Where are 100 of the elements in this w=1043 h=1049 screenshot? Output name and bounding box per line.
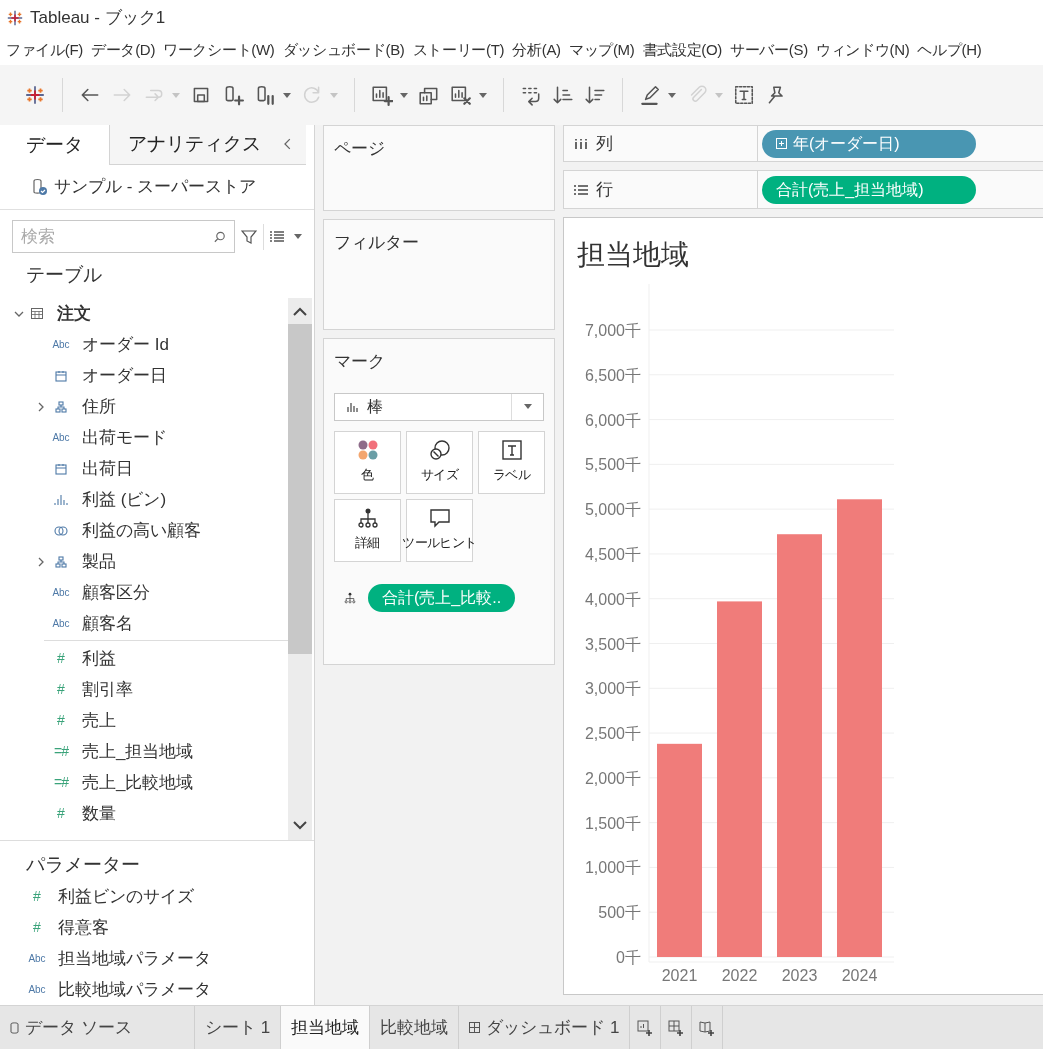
datasource-name[interactable]: サンプル - スーパーストア — [54, 174, 257, 200]
menu-item[interactable]: ファイル(F) — [6, 38, 92, 62]
axis-tick-label: 6,000千 — [584, 411, 641, 429]
axis-tick-label: 1,000千 — [584, 859, 641, 877]
axis-tick-label: 5,500千 — [584, 456, 641, 474]
calendar-icon — [55, 369, 67, 382]
axis-tick-label: 6,500千 — [584, 366, 641, 384]
scroll-down-icon[interactable] — [293, 820, 307, 830]
field-name[interactable]: 利益 — [82, 645, 116, 672]
field-name[interactable]: 利益 (ビン) — [82, 486, 167, 513]
field-name[interactable]: 得意客 — [58, 914, 109, 941]
menu-item[interactable]: ヘルプ(H) — [917, 38, 990, 62]
chart-plus-icon[interactable] — [371, 84, 393, 106]
axis-tick-label: 2024 — [841, 967, 878, 984]
mark-property-button[interactable]: 詳細 — [334, 498, 401, 562]
menu-item[interactable]: ダッシュボード(B) — [282, 38, 413, 62]
type-label: Abc — [52, 586, 70, 600]
menu-item[interactable]: 書式設定(O) — [642, 38, 731, 62]
chart-x-icon[interactable] — [450, 84, 472, 106]
chevron-right-icon[interactable] — [36, 401, 46, 412]
size-circles-icon — [428, 439, 451, 462]
axis-tick-label: 2,000千 — [584, 769, 641, 787]
type-label: # — [57, 804, 65, 823]
search-icon[interactable] — [212, 229, 226, 244]
menu-item[interactable]: ウィンドウ(N) — [815, 38, 918, 62]
menu-item[interactable]: ワークシート(W) — [163, 38, 283, 62]
field-name[interactable]: 住所 — [82, 393, 116, 420]
field-name[interactable]: 比較地域パラメータ — [58, 976, 211, 1003]
filter-icon[interactable] — [241, 228, 257, 245]
menu-item[interactable]: 分析(A) — [512, 38, 569, 62]
card-title: マーク — [334, 352, 385, 371]
table-name[interactable]: 注文 — [57, 300, 91, 327]
axis-tick-label: 2022 — [721, 967, 758, 984]
scrollbar[interactable] — [288, 298, 312, 840]
hierarchy-dots-icon — [356, 507, 379, 530]
sort-ascending-icon[interactable] — [552, 84, 574, 106]
axis-tick-label: 5,000千 — [584, 501, 641, 519]
field-name[interactable]: オーダー日 — [82, 362, 167, 389]
grid-icon — [469, 1022, 481, 1033]
chart-plus-icon[interactable] — [637, 1019, 654, 1036]
field-name[interactable]: 売上 — [82, 707, 116, 734]
mark-property-button[interactable]: ラベル — [478, 430, 545, 494]
field-name[interactable]: 売上_担当地域 — [82, 738, 194, 765]
caret-icon[interactable] — [523, 404, 532, 409]
sort-descending-icon[interactable] — [584, 84, 606, 106]
collapse-icon[interactable] — [284, 138, 292, 150]
shelf-label: 列 — [596, 132, 613, 155]
field-name[interactable]: 担当地域パラメータ — [58, 945, 211, 972]
field-name[interactable]: 製品 — [82, 548, 116, 575]
type-label: # — [33, 887, 41, 906]
field-name[interactable]: オーダー Id — [82, 331, 169, 358]
axis-tick-label: 3,000千 — [584, 680, 641, 698]
caret-icon[interactable] — [294, 234, 302, 239]
scroll-up-icon[interactable] — [293, 307, 307, 317]
type-label: # — [57, 680, 65, 699]
menu-item[interactable]: マップ(M) — [568, 38, 643, 62]
field-name[interactable]: 数量 — [82, 800, 116, 827]
axis-tick-label: 2021 — [661, 967, 698, 984]
chevron-right-icon[interactable] — [36, 556, 46, 567]
section-heading: テーブル — [26, 263, 102, 288]
logo-icon[interactable] — [24, 84, 46, 106]
field-name[interactable]: 出荷モード — [82, 424, 167, 451]
axis-tick-label: 0千 — [616, 949, 641, 966]
book-plus-icon[interactable] — [699, 1019, 716, 1036]
field-name[interactable]: 割引率 — [82, 676, 133, 703]
caret-icon[interactable] — [668, 92, 676, 98]
type-label: Abc — [52, 338, 70, 352]
bar-chart-icon — [347, 401, 359, 412]
section-heading: パラメーター — [26, 852, 140, 877]
text-box-icon[interactable] — [733, 84, 755, 106]
menu-item[interactable]: データ(D) — [91, 38, 164, 62]
mark-type-dropdown[interactable]: 棒 — [334, 392, 544, 421]
menu-item[interactable]: サーバー(S) — [730, 38, 816, 62]
axis-tick-label: 500千 — [598, 904, 641, 922]
search-field[interactable]: 検索 — [12, 220, 235, 253]
grid-plus-icon[interactable] — [668, 1019, 685, 1036]
mark-property-button[interactable]: サイズ — [406, 430, 473, 494]
mark-property-button[interactable]: 色 — [334, 430, 401, 494]
calendar-icon — [55, 462, 67, 475]
type-label: =# — [54, 773, 68, 792]
type-label: # — [57, 711, 65, 730]
type-label: # — [57, 649, 65, 668]
caret-icon[interactable] — [400, 92, 408, 98]
field-name[interactable]: 顧客区分 — [82, 579, 150, 606]
expand-plus-icon[interactable] — [776, 138, 787, 149]
field-name[interactable]: 顧客名 — [82, 610, 133, 637]
field-name[interactable]: 利益ビンのサイズ — [58, 883, 194, 910]
list-view-icon[interactable] — [270, 230, 284, 243]
menu-item[interactable]: ストーリー(T) — [412, 38, 513, 62]
pen-icon[interactable] — [639, 84, 661, 106]
field-name[interactable]: 売上_比較地域 — [82, 769, 194, 796]
axis-tick-label: 4,000千 — [584, 590, 641, 608]
caret-icon[interactable] — [283, 92, 291, 98]
logo-icon — [6, 8, 24, 27]
field-name[interactable]: 出荷日 — [82, 455, 133, 482]
field-name[interactable]: 利益の高い顧客 — [82, 517, 201, 544]
caret-icon[interactable] — [479, 92, 487, 98]
pane-tab[interactable]: アナリティクス — [109, 125, 307, 165]
sheet-title: 担当地域 — [577, 238, 689, 272]
sheet-tab[interactable]: 担当地域 — [281, 1006, 371, 1049]
